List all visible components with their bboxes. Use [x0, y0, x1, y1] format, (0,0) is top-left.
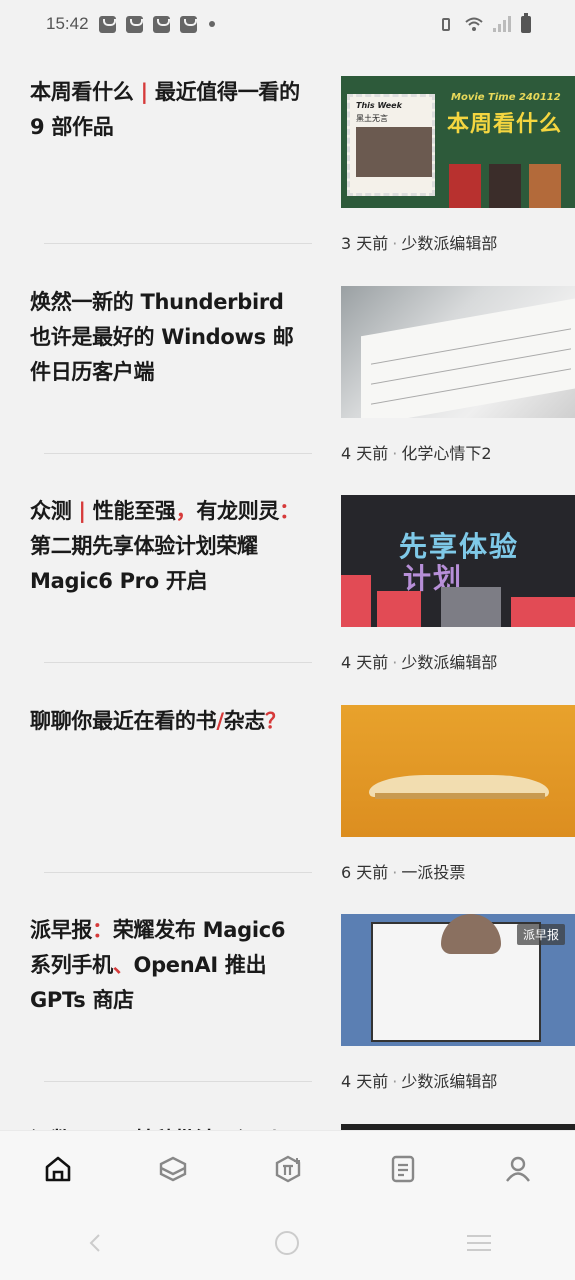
- divider: [44, 662, 312, 663]
- title-text: 性能至强: [85, 499, 176, 523]
- home-icon: [45, 1156, 70, 1181]
- article-author[interactable]: 少数派编辑部: [401, 1072, 497, 1091]
- article-time: 4 天前: [341, 1072, 389, 1091]
- article-thumbnail[interactable]: [341, 704, 575, 837]
- shopping-bag-icon: [125, 15, 143, 33]
- title-separator: |: [78, 499, 86, 523]
- article-title[interactable]: 派早报：荣耀发布 Magic6 系列手机、OpenAI 推出 GPTs 商店: [30, 913, 305, 1018]
- status-bar: 15:42: [0, 0, 575, 48]
- article-title[interactable]: 本周看什么 | 最近值得一看的 9 部作品: [30, 75, 305, 145]
- poster-image: [529, 164, 561, 208]
- signal-icon: [493, 16, 511, 32]
- article-title[interactable]: 聊聊你最近在看的书/杂志？: [30, 704, 305, 739]
- article-title[interactable]: 焕然一新的 Thunderbird 也许是最好的 Windows 邮件日历客户端: [30, 285, 305, 390]
- article-item[interactable]: 众测 | 性能至强，有龙则灵：第二期先享体验计划荣耀Magic6 Pro 开启 …: [0, 467, 575, 677]
- article-title[interactable]: 众测 | 性能至强，有龙则灵： 第二期先享体验计划荣耀Magic6 Pro 开启: [30, 494, 305, 599]
- title-separator: |: [140, 80, 149, 104]
- status-time: 15:42: [46, 14, 89, 33]
- tab-community[interactable]: [258, 1139, 318, 1199]
- mascot-image: [441, 914, 501, 954]
- title-punct: 、: [112, 953, 134, 977]
- notes-icon: [391, 1155, 414, 1182]
- title-punct: /: [216, 708, 224, 733]
- title-text: 聊聊你最近在看的书: [30, 708, 217, 733]
- shopping-bag-icon: [179, 15, 197, 33]
- article-meta: 3 天前 · 少数派编辑部: [341, 234, 498, 253]
- title-punct: ：: [92, 918, 113, 942]
- battery-icon: [521, 12, 531, 33]
- title-punct: ：: [279, 499, 300, 523]
- home-circle-icon: [275, 1231, 300, 1255]
- article-author[interactable]: 化学心情下2: [401, 444, 491, 463]
- wifi-icon: [465, 17, 483, 31]
- more-notifications-dot-icon: [208, 21, 215, 27]
- tab-matrix[interactable]: [143, 1139, 203, 1199]
- article-thumbnail[interactable]: This Week 黑土无言 Movie Time 240112 本周看什么: [341, 76, 575, 208]
- divider: [44, 871, 312, 873]
- decor-block: [377, 591, 421, 627]
- decor-block: [341, 575, 371, 627]
- article-time: 4 天前: [341, 443, 389, 463]
- article-meta: 6 天前 · 一派投票: [341, 862, 466, 882]
- article-meta: 4 天前 · 化学心情下2: [341, 443, 492, 463]
- article-author[interactable]: 一派投票: [401, 863, 465, 882]
- article-time: 4 天前: [341, 653, 389, 672]
- article-item[interactable]: 本周看什么 | 最近值得一看的 9 部作品 This Week 黑土无言 Mov…: [0, 48, 575, 258]
- back-button[interactable]: [66, 1213, 126, 1273]
- article-meta: 4 天前 · 少数派编辑部: [341, 1072, 498, 1091]
- decor-block: [511, 597, 575, 627]
- tab-profile[interactable]: [488, 1139, 548, 1199]
- article-author[interactable]: 少数派编辑部: [401, 653, 497, 672]
- back-icon: [89, 1234, 100, 1252]
- tab-notes[interactable]: [373, 1139, 433, 1199]
- vibrate-icon: [437, 16, 455, 32]
- bottom-tab-bar: [0, 1130, 575, 1206]
- home-button[interactable]: [257, 1213, 317, 1273]
- article-item[interactable]: 焕然一新的 Thunderbird 也许是最好的 Windows 邮件日历客户端…: [0, 258, 575, 468]
- poster-image: [489, 164, 521, 208]
- article-thumbnail[interactable]: [341, 285, 575, 418]
- title-punct: ，: [175, 499, 197, 523]
- article-feed[interactable]: 本周看什么 | 最近值得一看的 9 部作品 This Week 黑土无言 Mov…: [0, 48, 575, 1280]
- menu-icon: [467, 1235, 492, 1251]
- title-text: 杂志: [223, 708, 266, 733]
- shopping-bag-icon: [98, 15, 116, 33]
- matrix-icon: [159, 1156, 186, 1181]
- title-text: 派早报: [30, 918, 93, 942]
- system-nav-bar: [0, 1206, 575, 1280]
- shopping-bag-icon: [152, 15, 170, 33]
- article-meta: 4 天前 · 少数派编辑部: [341, 653, 498, 672]
- article-author[interactable]: 少数派编辑部: [401, 234, 497, 253]
- article-item[interactable]: 聊聊你最近在看的书/杂志？ 6 天前 · 一派投票: [0, 677, 575, 887]
- thumbnail-label: Movie Time 240112: [451, 92, 561, 103]
- tab-home[interactable]: [28, 1139, 88, 1199]
- thumbnail-card: This Week 黑土无言: [347, 94, 435, 196]
- device-image: [441, 587, 501, 627]
- title-text: 本周看什么: [30, 80, 141, 104]
- article-time: 6 天前: [341, 862, 389, 882]
- divider: [44, 243, 312, 244]
- title-text: 众测: [30, 499, 79, 523]
- thumbnail-label: This Week: [356, 101, 402, 110]
- article-time: 3 天前: [341, 234, 389, 253]
- pi-plus-icon: [275, 1155, 300, 1182]
- article-thumbnail[interactable]: 先享体验 计划: [341, 495, 575, 627]
- thumbnail-photo: [356, 127, 432, 177]
- divider: [44, 452, 312, 454]
- article-item[interactable]: 派早报：荣耀发布 Magic6 系列手机、OpenAI 推出 GPTs 商店 派…: [0, 886, 575, 1096]
- article-thumbnail[interactable]: 派早报: [341, 914, 575, 1046]
- thumbnail-headline: 本周看什么: [447, 112, 563, 137]
- thumbnail-badge: 派早报: [516, 924, 565, 945]
- divider: [44, 1081, 312, 1082]
- recents-button[interactable]: [449, 1213, 509, 1273]
- profile-icon: [505, 1156, 530, 1182]
- poster-image: [449, 164, 481, 208]
- thumbnail-label: 黑土无言: [356, 114, 388, 123]
- title-text: 有龙则灵: [196, 499, 280, 523]
- title-punct: ？: [265, 708, 286, 733]
- book-spine: [375, 792, 545, 799]
- status-left: 15:42: [46, 14, 215, 34]
- status-right: [437, 12, 531, 33]
- title-text: 第二期先享体验计划荣耀Magic6 Pro 开启: [30, 534, 258, 593]
